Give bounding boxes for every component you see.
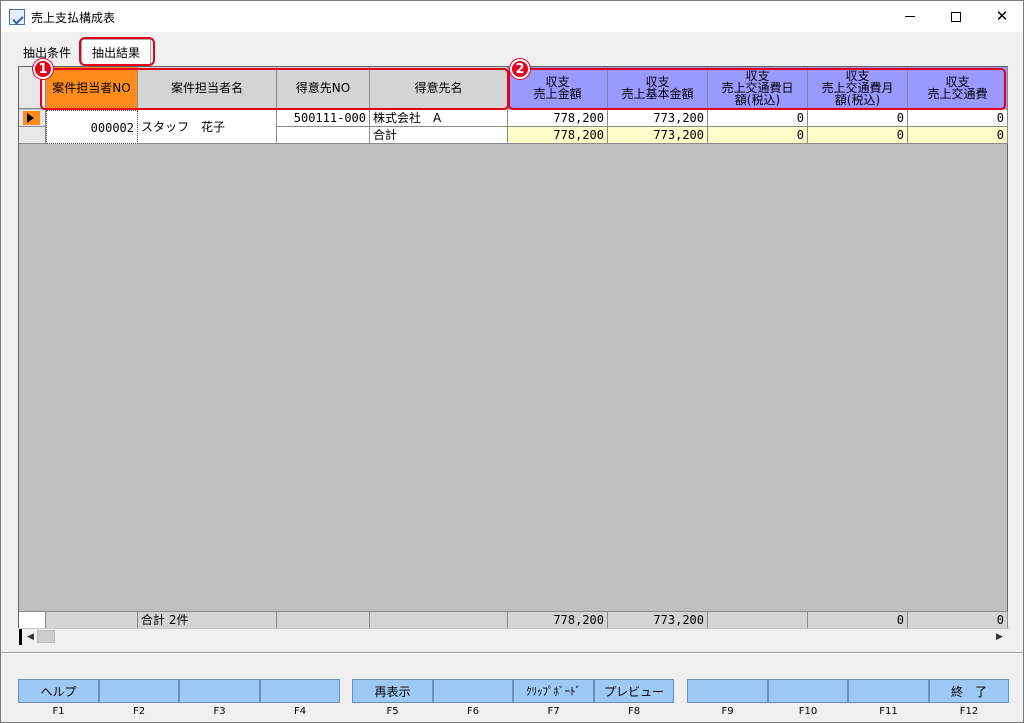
f8-key-label: F8	[627, 706, 641, 717]
cell-sales-base[interactable]: 773,200	[608, 110, 708, 127]
annotation-badge-1: 1	[33, 59, 53, 79]
title-bar: 売上支払構成表 ✕	[1, 1, 1023, 32]
f5-refresh-button[interactable]: 再表示	[352, 679, 433, 703]
scrollbar-edge	[19, 629, 22, 645]
f8-preview-button[interactable]: プレビュー	[594, 679, 674, 703]
f11-button[interactable]	[848, 679, 929, 703]
col-header-client-name[interactable]: 得意先名	[370, 67, 508, 109]
footer-row-header	[19, 611, 46, 628]
cell-travel-total[interactable]: 0	[908, 127, 1008, 144]
maximize-icon	[951, 11, 961, 22]
results-grid: 案件担当者NO 案件担当者名 得意先NO 得意先名 収支 売上金額 収支 売上基…	[18, 66, 1009, 645]
f9-key-label: F9	[721, 706, 734, 717]
cell-sales-base-total[interactable]: 773,200	[608, 127, 708, 144]
scrollbar-thumb[interactable]	[37, 630, 55, 643]
f1-key-label: F1	[52, 706, 65, 717]
col-header-staff-no[interactable]: 案件担当者NO	[46, 67, 138, 109]
scroll-right-button[interactable]: ▶	[992, 629, 1007, 644]
minimize-icon	[905, 16, 915, 17]
f4-key-label: F4	[293, 706, 307, 717]
footer-travel-daily	[708, 611, 808, 628]
f6-key-label: F6	[466, 706, 480, 717]
row-selector[interactable]	[19, 127, 46, 144]
cell-client-name-total[interactable]: 合計	[370, 127, 508, 144]
annotation-badge-2: 2	[510, 59, 530, 79]
f10-key-label: F10	[798, 706, 818, 717]
f3-key-label: F3	[213, 706, 226, 717]
cell-client-no[interactable]	[277, 127, 370, 144]
cell-sales-amount[interactable]: 778,200	[508, 110, 608, 127]
scroll-left-button[interactable]: ◀	[23, 629, 38, 644]
f4-button[interactable]	[260, 679, 340, 703]
app-icon	[9, 9, 25, 25]
col-header-travel-daily[interactable]: 収支 売上交通費日 額(税込)	[708, 67, 808, 109]
f7-key-label: F7	[547, 706, 560, 717]
cell-client-name[interactable]: 株式会社 A	[370, 110, 508, 127]
cell-travel-monthly[interactable]: 0	[808, 110, 908, 127]
window-title: 売上支払構成表	[31, 11, 116, 25]
close-icon: ✕	[995, 7, 1009, 25]
cell-travel-monthly-total[interactable]: 0	[808, 127, 908, 144]
minimize-button[interactable]	[887, 1, 933, 32]
col-header-sales-base[interactable]: 収支 売上基本金額	[608, 67, 708, 109]
cell-travel-daily-total[interactable]: 0	[708, 127, 808, 144]
cell-staff-name[interactable]: スタッフ 花子	[138, 110, 277, 144]
f3-button[interactable]	[179, 679, 260, 703]
cell-travel-daily[interactable]: 0	[708, 110, 808, 127]
f12-exit-button[interactable]: 終 了	[929, 679, 1009, 703]
footer-cell-empty	[277, 611, 370, 628]
footer-sales-base: 773,200	[608, 611, 708, 628]
col-header-staff-name[interactable]: 案件担当者名	[138, 67, 277, 109]
cell-sales-amount-total[interactable]: 778,200	[508, 127, 608, 144]
cell-client-no[interactable]: 500111-000	[277, 110, 370, 127]
close-button[interactable]: ✕	[979, 1, 1024, 32]
tab-extract-results[interactable]: 抽出結果	[81, 39, 151, 64]
f2-button[interactable]	[99, 679, 179, 703]
col-header-travel-monthly[interactable]: 収支 売上交通費月 額(税込)	[808, 67, 908, 109]
f9-button[interactable]	[687, 679, 768, 703]
cell-travel[interactable]: 0	[908, 110, 1008, 127]
footer-travel: 0	[908, 611, 1008, 628]
cell-staff-no[interactable]: 000002	[46, 110, 138, 144]
maximize-button[interactable]	[933, 1, 979, 32]
function-bar-separator	[1, 652, 1023, 654]
footer-cell-empty	[46, 611, 138, 628]
footer-sales-amount: 778,200	[508, 611, 608, 628]
horizontal-scrollbar[interactable]: ◀ ▶	[19, 628, 1009, 645]
col-header-client-no[interactable]: 得意先NO	[277, 67, 370, 109]
footer-cell-empty	[370, 611, 508, 628]
f11-key-label: F11	[879, 706, 898, 717]
f2-key-label: F2	[132, 706, 146, 717]
f12-key-label: F12	[959, 706, 979, 717]
f1-help-button[interactable]: ヘルプ	[18, 679, 99, 703]
app-window: 売上支払構成表 ✕ 抽出条件 抽出結果 案件担当者NO 案件担当者名 得意先NO…	[0, 0, 1024, 723]
f7-clipboard-button[interactable]: ｸﾘｯﾌﾟﾎﾞｰﾄﾞ	[513, 679, 594, 703]
row-pointer-icon	[27, 113, 34, 123]
footer-travel-monthly: 0	[808, 611, 908, 628]
f10-button[interactable]	[768, 679, 848, 703]
scroll-left-icon: ◀	[27, 631, 34, 642]
footer-count-label: 合計 2件	[138, 611, 277, 628]
scroll-right-icon: ▶	[996, 631, 1003, 642]
col-header-travel[interactable]: 収支 売上交通費	[908, 67, 1008, 109]
f6-button[interactable]	[433, 679, 513, 703]
row-selector[interactable]	[19, 110, 46, 127]
f5-key-label: F5	[386, 706, 399, 717]
